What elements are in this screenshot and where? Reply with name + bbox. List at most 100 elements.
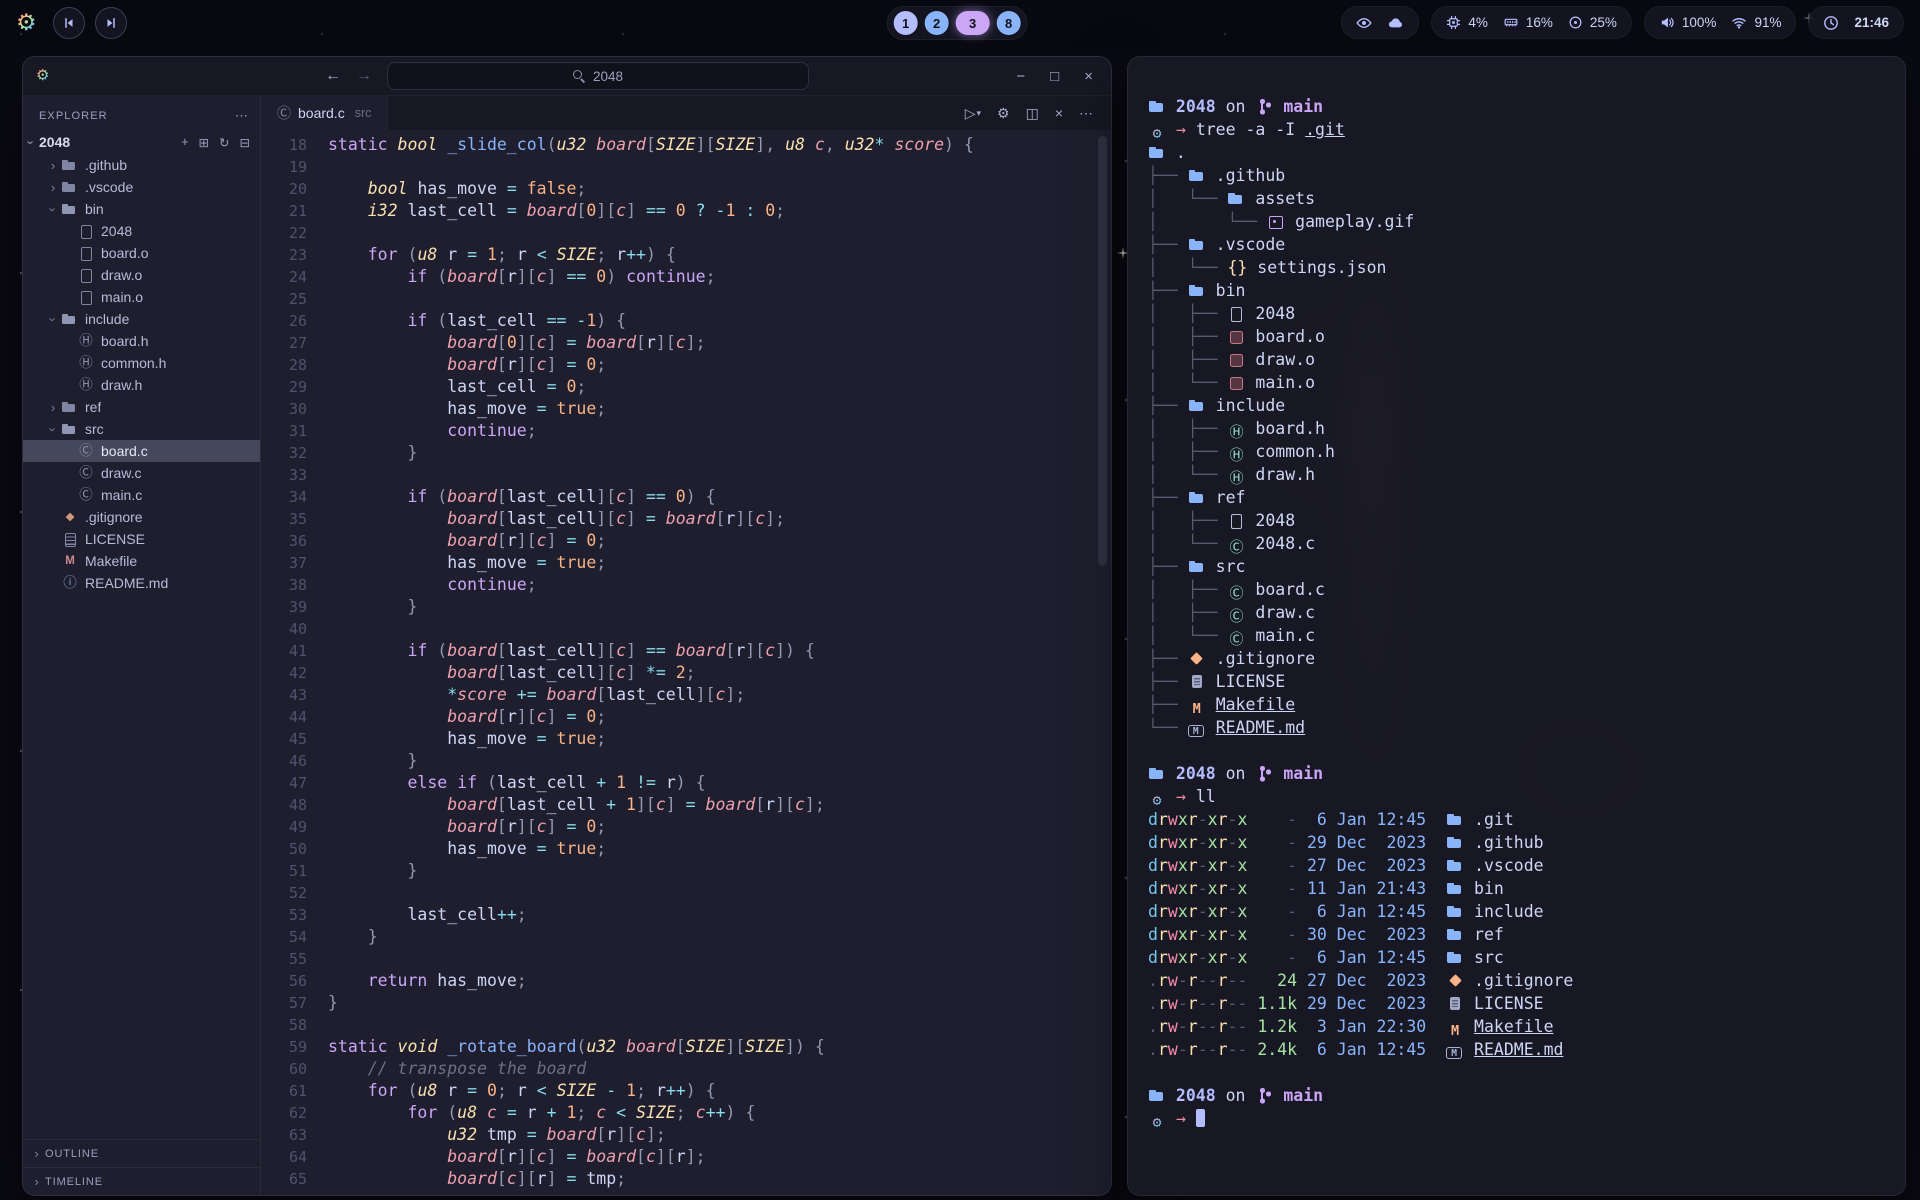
refresh-icon[interactable]: ↻ [219,135,229,150]
folder-open-icon [61,201,79,217]
workspace-prev-button[interactable] [53,7,85,39]
terminal-line: ⚙ → tree -a -I .git [1148,118,1885,141]
tree-item-2048[interactable]: ›2048 [23,220,260,242]
tree-item-common.h[interactable]: ›Ⓗcommon.h [23,352,260,374]
code-line: 59static void _rotate_board(u32 board[SI… [261,1036,1111,1058]
outline-panel[interactable]: › OUTLINE [23,1139,260,1167]
clock-value: 21:46 [1854,15,1889,30]
terminal-output: 2048 on main⚙ → tree -a -I .git .├── .gi… [1148,95,1885,1130]
run-button[interactable]: ▷▾ [965,106,981,120]
tree-item-label: .gitignore [85,509,143,525]
tree-item-label: draw.c [101,465,141,481]
sidebar-panels: › OUTLINE › TIMELINE [23,1139,260,1195]
folder-icon [1148,765,1166,782]
tree-item-main.o[interactable]: ›main.o [23,286,260,308]
tab-board-c[interactable]: Ⓒ board.c src [261,96,388,130]
folder-icon [1188,558,1206,575]
clock-pill[interactable]: 21:46 [1808,6,1904,39]
tree-item-draw.h[interactable]: ›Ⓗdraw.h [23,374,260,396]
collapse-all-icon[interactable]: ⊟ [240,135,250,150]
tree-item-draw.o[interactable]: ›draw.o [23,264,260,286]
tree-item-draw.c[interactable]: ›Ⓒdraw.c [23,462,260,484]
code-line: 65 board[c][r] = tmp; [261,1168,1111,1190]
split-editor-icon[interactable]: ◫ [1026,106,1039,120]
file-icon [77,245,95,261]
folder-icon [1446,903,1464,920]
volume-value: 100% [1682,15,1717,30]
chevron-icon: › [45,180,61,195]
tree-item-include[interactable]: ›include [23,308,260,330]
weather-button[interactable] [1387,15,1404,31]
tree-item-ref[interactable]: ›ref [23,396,260,418]
code-line: 26 if (last_cell == -1) { [261,310,1111,332]
workspace-next-button[interactable] [95,7,127,39]
chevron-down-icon: › [24,134,39,150]
wifi-control[interactable]: 91% [1731,15,1781,30]
workspace-3[interactable]: 3 [956,11,990,35]
terminal-window[interactable]: 2048 on main⚙ → tree -a -I .git .├── .gi… [1127,56,1906,1196]
code-line: 39 } [261,596,1111,618]
minimize-button[interactable]: − [1016,69,1025,84]
screen-eye-button[interactable] [1356,15,1372,31]
workspace-8[interactable]: 8 [997,11,1021,35]
tree-item-label: .vscode [85,179,133,195]
command-search-box[interactable]: 2048 [387,62,809,90]
settings-gear-icon[interactable]: ⚙ [997,106,1010,120]
code-line: 64 board[r][c] = board[c][r]; [261,1146,1111,1168]
code-line: 18static bool _slide_col(u32 board[SIZE]… [261,134,1111,156]
workspace-2[interactable]: 2 [925,11,949,35]
terminal-line: .rw-r--r-- 1.2k 3 Jan 22:30 M Makefile [1148,1015,1885,1038]
terminal-line: │ └── gameplay.gif [1148,210,1885,233]
tree-item-board.c[interactable]: ›Ⓒboard.c [23,440,260,462]
wifi-value: 91% [1754,15,1781,30]
volume-control[interactable]: 100% [1659,15,1717,30]
terminal-line: drwxr-xr-x - 30 Dec 2023 ref [1148,923,1885,946]
tree-item-main.c[interactable]: ›Ⓒmain.c [23,484,260,506]
forward-button[interactable]: → [356,68,372,84]
editor-scrollbar[interactable] [1098,136,1107,566]
branch-icon [1255,1087,1273,1104]
tab-bar: Ⓒ board.c src ▷▾ ⚙ ◫ × ⋯ [261,96,1111,130]
tree-root-folder[interactable]: › 2048 + ⊞ ↻ ⊟ [23,130,260,154]
system-stats-pill: 4% 16% 25% [1431,6,1632,39]
file-icon [77,223,95,239]
workspace-1[interactable]: 1 [894,11,918,35]
back-button[interactable]: ← [325,68,341,84]
explorer-more-icon[interactable]: ⋯ [235,108,248,124]
git-icon [1188,650,1206,667]
tree-item-Makefile[interactable]: ›MMakefile [23,550,260,572]
terminal-line: ⚙ → [1148,1107,1885,1130]
maximize-button[interactable]: □ [1050,69,1059,84]
tree-item-bin[interactable]: ›bin [23,198,260,220]
close-button[interactable]: × [1084,69,1093,84]
search-value: 2048 [593,69,623,84]
tree-item-label: board.o [101,245,148,261]
tree-item-.github[interactable]: ›.github [23,154,260,176]
tree-item-board.o[interactable]: ›board.o [23,242,260,264]
h-icon: Ⓗ [1227,448,1245,465]
code-line: 22 [261,222,1111,244]
tree-item-LICENSE[interactable]: ›LICENSE [23,528,260,550]
close-editor-icon[interactable]: × [1055,106,1063,120]
timeline-panel[interactable]: › TIMELINE [23,1167,260,1195]
new-folder-icon[interactable]: ⊞ [199,135,209,150]
file-icon [77,289,95,305]
terminal-line: │ └── Ⓗ draw.h [1148,463,1885,486]
launcher-gear-icon[interactable]: ⚙ [16,11,37,34]
terminal-line: │ └── assets [1148,187,1885,210]
tree-item-label: draw.h [101,377,142,393]
tree-item-README.md[interactable]: ›ⓘREADME.md [23,572,260,594]
tree-item-.vscode[interactable]: › .vscode [23,176,260,198]
new-file-icon[interactable]: + [181,135,188,150]
more-actions-icon[interactable]: ⋯ [1079,106,1093,120]
lic-icon [1446,995,1464,1012]
code-editor[interactable]: 18static bool _slide_col(u32 board[SIZE]… [261,130,1111,1195]
folder-icon [1188,236,1206,253]
tree-item-src[interactable]: ›src [23,418,260,440]
git-icon [1446,972,1464,989]
tree-item-board.h[interactable]: ›Ⓗboard.h [23,330,260,352]
h-icon: Ⓗ [77,333,95,349]
code-line: 61 for (u8 r = 0; r < SIZE - 1; r++) { [261,1080,1111,1102]
terminal-line: │ ├── 2048 [1148,509,1885,532]
tree-item-.gitignore[interactable]: ›◆.gitignore [23,506,260,528]
